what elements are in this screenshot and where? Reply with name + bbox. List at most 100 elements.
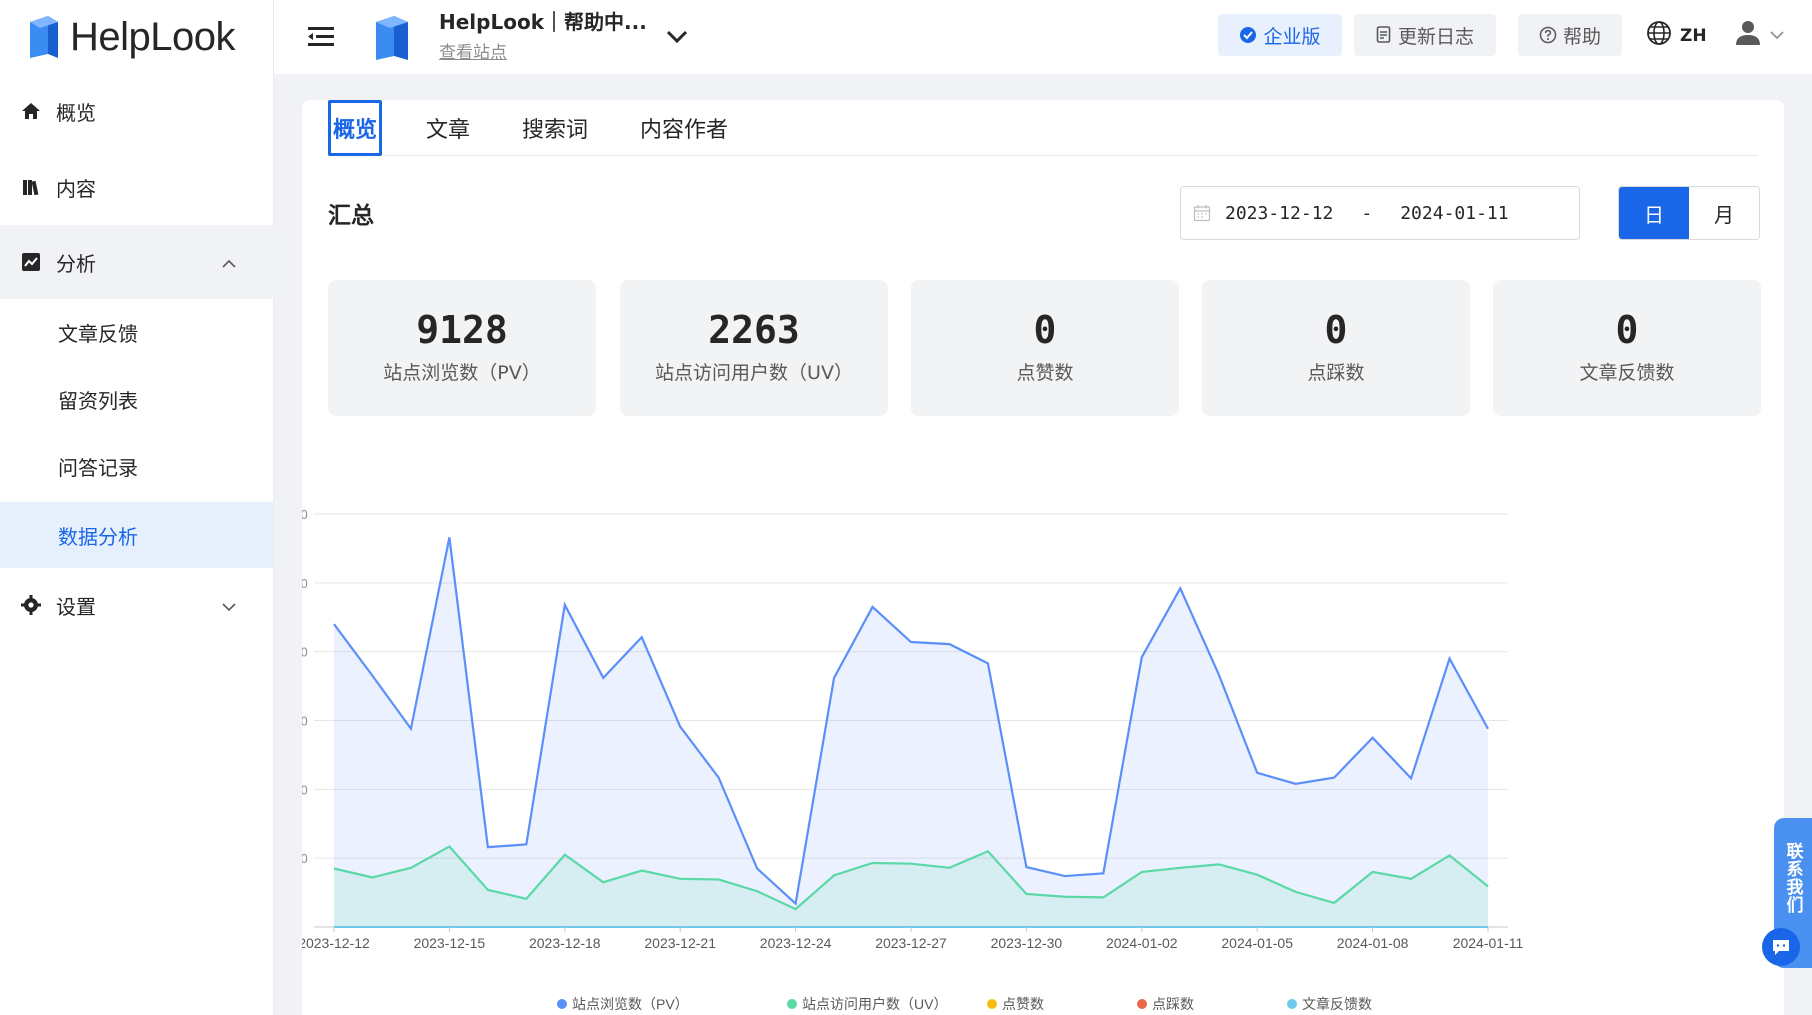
granularity-toggle: 日 月 bbox=[1618, 186, 1760, 240]
x-tick-label: 2024-01-11 bbox=[1453, 935, 1524, 951]
sidebar-sub-item-leads-list[interactable]: 留资列表 bbox=[0, 366, 274, 432]
question-circle-icon bbox=[1539, 26, 1557, 44]
tab-articles[interactable]: 文章 bbox=[426, 100, 470, 156]
legend-marker bbox=[557, 999, 567, 1009]
stat-card-feedback: 0 文章反馈数 bbox=[1493, 280, 1761, 416]
site-title: HelpLook｜帮助中... bbox=[439, 10, 647, 34]
x-tick-label: 2023-12-24 bbox=[760, 935, 832, 951]
tab-bar: 概览 文章 搜索词 内容作者 bbox=[328, 100, 1758, 156]
legend-label: 点赞数 bbox=[1002, 996, 1044, 1012]
changelog-label: 更新日志 bbox=[1397, 25, 1474, 48]
top-header: HelpLook｜帮助中... 查看站点 企业版 更新日志 帮助 ZH bbox=[274, 0, 1812, 74]
stat-label: 点踩数 bbox=[1307, 362, 1365, 384]
y-tick-label: 600 bbox=[302, 507, 308, 522]
sidebar-sub-item-label: 文章反馈 bbox=[58, 321, 138, 346]
x-tick-label: 2023-12-12 bbox=[302, 935, 370, 951]
y-tick-label: 300 bbox=[302, 714, 308, 729]
x-tick-label: 2023-12-21 bbox=[644, 935, 716, 951]
help-button[interactable]: 帮助 bbox=[1518, 14, 1622, 56]
date-separator: - bbox=[1361, 202, 1373, 224]
document-icon bbox=[1376, 26, 1392, 44]
stat-value: 2263 bbox=[708, 308, 800, 352]
tab-search-terms[interactable]: 搜索词 bbox=[522, 100, 588, 156]
trend-chart: 01002003004005006002023-12-122023-12-152… bbox=[302, 456, 1784, 1015]
legend-label: 点踩数 bbox=[1152, 996, 1194, 1012]
sidebar-sub-item-label: 问答记录 bbox=[58, 455, 138, 480]
stat-label: 点赞数 bbox=[1016, 362, 1074, 384]
changelog-button[interactable]: 更新日志 bbox=[1354, 14, 1496, 56]
brand-name: HelpLook bbox=[70, 14, 236, 59]
y-tick-label: 200 bbox=[302, 782, 308, 797]
y-tick-label: 500 bbox=[302, 576, 308, 591]
x-tick-label: 2024-01-05 bbox=[1221, 935, 1293, 951]
stat-label: 站点浏览数（PV） bbox=[383, 362, 541, 384]
stat-value: 0 bbox=[1033, 308, 1057, 352]
enterprise-label: 企业版 bbox=[1263, 25, 1321, 48]
home-icon bbox=[20, 100, 42, 122]
contact-us-label: 联系我们 bbox=[1782, 842, 1803, 914]
x-tick-label: 2023-12-30 bbox=[991, 935, 1063, 951]
x-tick-label: 2023-12-18 bbox=[529, 935, 601, 951]
legend-marker bbox=[787, 999, 797, 1009]
legend-label: 文章反馈数 bbox=[1302, 996, 1372, 1012]
x-tick-label: 2023-12-27 bbox=[875, 935, 947, 951]
chevron-down-icon bbox=[1770, 25, 1784, 44]
enterprise-badge-button[interactable]: 企业版 bbox=[1218, 14, 1342, 56]
summary-title: 汇总 bbox=[328, 203, 374, 229]
sidebar-item-settings[interactable]: 设置 bbox=[0, 568, 274, 642]
x-tick-label: 2023-12-15 bbox=[414, 935, 486, 951]
date-start[interactable]: 2023-12-12 bbox=[1225, 203, 1333, 224]
analytics-icon bbox=[20, 251, 42, 273]
sidebar-sub-item-data-analysis[interactable]: 数据分析 bbox=[0, 502, 274, 568]
site-switch-chevron-icon[interactable] bbox=[662, 24, 692, 50]
sidebar-sub-item-article-feedback[interactable]: 文章反馈 bbox=[0, 299, 274, 365]
sidebar-sub-item-label: 数据分析 bbox=[58, 524, 138, 549]
sidebar-item-label: 概览 bbox=[56, 100, 96, 125]
sidebar-item-overview[interactable]: 概览 bbox=[0, 74, 274, 148]
helplook-logo[interactable]: HelpLook bbox=[24, 8, 236, 66]
y-tick-label: 400 bbox=[302, 645, 308, 660]
site-logo-icon bbox=[372, 12, 412, 62]
chevron-down-icon bbox=[222, 593, 236, 617]
date-range-picker[interactable]: 2023-12-12 - 2024-01-11 bbox=[1180, 186, 1580, 240]
stat-card-dislikes: 0 点踩数 bbox=[1202, 280, 1470, 416]
sidebar-sub-item-qa-records[interactable]: 问答记录 bbox=[0, 433, 274, 499]
view-site-link[interactable]: 查看站点 bbox=[439, 38, 507, 63]
user-menu[interactable] bbox=[1734, 18, 1784, 50]
language-label: ZH bbox=[1680, 25, 1707, 46]
language-switcher[interactable]: ZH bbox=[1646, 20, 1707, 51]
granularity-day-button[interactable]: 日 bbox=[1619, 187, 1689, 239]
stat-value: 0 bbox=[1615, 308, 1639, 352]
avatar-icon bbox=[1734, 18, 1762, 50]
book-icon bbox=[20, 176, 42, 198]
analysis-card: 概览 文章 搜索词 内容作者 汇总 2023-12-12 - 2024-01-1… bbox=[302, 100, 1784, 1015]
date-end[interactable]: 2024-01-11 bbox=[1400, 203, 1508, 224]
gear-icon bbox=[20, 594, 42, 616]
sidebar-sub-item-label: 留资列表 bbox=[58, 388, 138, 413]
legend-label: 站点浏览数（PV） bbox=[572, 996, 689, 1012]
stat-card-pv: 9128 站点浏览数（PV） bbox=[328, 280, 596, 416]
x-tick-label: 2024-01-08 bbox=[1337, 935, 1409, 951]
sidebar-item-label: 内容 bbox=[56, 176, 96, 201]
legend-marker bbox=[1287, 999, 1297, 1009]
sidebar: HelpLook 概览 内容 分析 文章反馈 留资列表 问答记录 数据分析 设置 bbox=[0, 0, 274, 1015]
stat-value: 0 bbox=[1324, 308, 1348, 352]
helplook-logo-mark-icon bbox=[24, 14, 64, 60]
tab-overview[interactable]: 概览 bbox=[328, 100, 383, 156]
sidebar-item-analysis[interactable]: 分析 bbox=[0, 225, 274, 299]
x-tick-label: 2024-01-02 bbox=[1106, 935, 1178, 951]
granularity-month-button[interactable]: 月 bbox=[1689, 187, 1759, 239]
menu-toggle-icon[interactable] bbox=[306, 24, 336, 50]
chevron-up-icon bbox=[222, 250, 236, 274]
legend-label: 站点访问用户数（UV） bbox=[802, 996, 947, 1012]
help-label: 帮助 bbox=[1562, 25, 1601, 48]
stat-value: 9128 bbox=[416, 308, 508, 352]
chat-icon[interactable] bbox=[1762, 928, 1800, 966]
tab-content-authors[interactable]: 内容作者 bbox=[640, 100, 728, 156]
sidebar-item-label: 分析 bbox=[56, 251, 96, 276]
sidebar-item-label: 设置 bbox=[56, 594, 96, 619]
stat-card-likes: 0 点赞数 bbox=[911, 280, 1179, 416]
trend-chart-svg: 01002003004005006002023-12-122023-12-152… bbox=[302, 507, 1524, 1012]
sidebar-item-content[interactable]: 内容 bbox=[0, 150, 274, 224]
globe-icon bbox=[1646, 20, 1672, 51]
